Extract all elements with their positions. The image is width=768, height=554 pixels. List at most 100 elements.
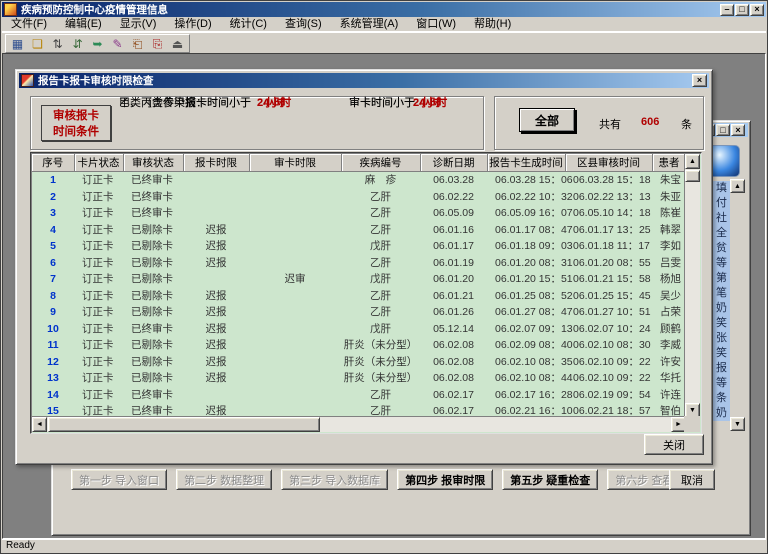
menu-help[interactable]: 帮助(H) bbox=[465, 17, 520, 31]
side-list-item[interactable]: 第 bbox=[713, 271, 730, 286]
scroll-up-icon[interactable]: ▲ bbox=[730, 179, 745, 193]
table-row[interactable]: 2 订正卡 已终审卡 乙肝 06.02.22 06.02.22 10：32 06… bbox=[32, 189, 686, 206]
cell-gen-time: 06.01.18 09：03 bbox=[487, 238, 565, 255]
cell-report-limit: 迟报 bbox=[183, 238, 249, 255]
sort-icon[interactable]: ⇵ bbox=[69, 36, 86, 51]
column-header[interactable]: 卡片状态 bbox=[74, 154, 123, 172]
cell-gen-time: 06.02.10 08：44 bbox=[487, 370, 565, 387]
step-1-button[interactable]: 第一步 导入窗口 bbox=[71, 469, 167, 490]
maximize-button[interactable]: □ bbox=[735, 4, 749, 16]
table-row[interactable]: 6 订正卡 已剔除卡 迟报 乙肝 06.01.19 06.01.20 08：31… bbox=[32, 255, 686, 272]
dialog-close-button[interactable]: 关闭 bbox=[644, 434, 704, 455]
table-row[interactable]: 14 订正卡 已终审卡 乙肝 06.02.17 06.02.17 16：28 0… bbox=[32, 387, 686, 404]
cell-audit-time: 06.01.25 15：45 bbox=[565, 288, 652, 305]
side-list-item[interactable]: 笑 bbox=[713, 316, 730, 331]
open-card-icon[interactable]: ❏ bbox=[29, 36, 46, 51]
table-row[interactable]: 8 订正卡 已剔除卡 迟报 乙肝 06.01.21 06.01.25 08：52… bbox=[32, 288, 686, 305]
close-icon[interactable]: × bbox=[692, 74, 707, 87]
cell-patient: 许安 bbox=[652, 354, 686, 371]
column-header[interactable]: 审核状态 bbox=[123, 154, 183, 172]
cell-card-status: 订正卡 bbox=[74, 321, 123, 338]
close-button[interactable]: × bbox=[731, 124, 745, 136]
scroll-down-icon[interactable]: ▼ bbox=[730, 417, 745, 431]
table-row[interactable]: 13 订正卡 已剔除卡 迟报 肝炎（未分型） 06.02.08 06.02.10… bbox=[32, 370, 686, 387]
cell-seq: 3 bbox=[32, 205, 74, 222]
cell-disease: 乙肝 bbox=[341, 205, 420, 222]
menu-file[interactable]: 文件(F) bbox=[2, 17, 56, 31]
menu-window[interactable]: 窗口(W) bbox=[407, 17, 465, 31]
vertical-scrollbar[interactable]: ▲ ▼ bbox=[684, 154, 700, 418]
column-header[interactable]: 诊断日期 bbox=[420, 154, 487, 172]
transfer-icon[interactable]: ➥ bbox=[89, 36, 106, 51]
scroll-up-icon[interactable]: ▲ bbox=[685, 154, 700, 169]
maximize-button[interactable]: □ bbox=[716, 124, 730, 136]
side-list-item[interactable]: 付 bbox=[713, 196, 730, 211]
menu-bar: 文件(F)编辑(E)显示(V)操作(D)统计(C)查询(S)系统管理(A)窗口(… bbox=[2, 17, 766, 32]
filter-icon[interactable]: ⇅ bbox=[49, 36, 66, 51]
cell-patient: 李威 bbox=[652, 337, 686, 354]
table-row[interactable]: 12 订正卡 已剔除卡 迟报 肝炎（未分型） 06.02.08 06.02.10… bbox=[32, 354, 686, 371]
step-4-button[interactable]: 第四步 报审时限 bbox=[397, 469, 493, 490]
side-list-item[interactable]: 社 bbox=[713, 211, 730, 226]
close-button[interactable]: × bbox=[750, 4, 764, 16]
export-door-icon[interactable]: ⎘ bbox=[149, 36, 166, 51]
scrollbar-thumb[interactable] bbox=[685, 170, 700, 182]
cancel-button[interactable]: 取消 bbox=[669, 469, 715, 490]
step-3-button[interactable]: 第三步 导入数据库 bbox=[281, 469, 388, 490]
side-list-item[interactable]: 等 bbox=[713, 256, 730, 271]
side-list-item[interactable]: 笑 bbox=[713, 346, 730, 361]
side-list-item[interactable]: 全 bbox=[713, 226, 730, 241]
table-row[interactable]: 4 订正卡 已剔除卡 迟报 乙肝 06.01.16 06.01.17 08：47… bbox=[32, 222, 686, 239]
scrollbar-thumb[interactable] bbox=[48, 417, 320, 432]
side-list-item[interactable]: 填 bbox=[713, 181, 730, 196]
column-header[interactable]: 报卡时限 bbox=[183, 154, 249, 172]
side-list-item[interactable]: 奶 bbox=[713, 406, 730, 421]
horizontal-scrollbar[interactable]: ◄ ► bbox=[32, 416, 686, 432]
cell-patient: 华托 bbox=[652, 370, 686, 387]
cell-report-limit bbox=[183, 387, 249, 404]
column-header[interactable]: 区县审核时间 bbox=[565, 154, 652, 172]
table-row[interactable]: 1 订正卡 已终审卡 麻 疹 06.03.28 06.03.28 15：06 0… bbox=[32, 172, 686, 189]
menu-statistics[interactable]: 统计(C) bbox=[221, 17, 276, 31]
table-row[interactable]: 5 订正卡 已剔除卡 迟报 戊肝 06.01.17 06.01.18 09：03… bbox=[32, 238, 686, 255]
table-row[interactable]: 7 订正卡 已剔除卡 迟审 戊肝 06.01.20 06.01.20 15：51… bbox=[32, 271, 686, 288]
column-header[interactable]: 患者 bbox=[652, 154, 686, 172]
side-list-item[interactable]: 等 bbox=[713, 376, 730, 391]
cell-report-limit bbox=[183, 172, 249, 189]
table-row[interactable]: 9 订正卡 已剔除卡 迟报 乙肝 06.01.26 06.01.27 08：47… bbox=[32, 304, 686, 321]
cell-gen-time: 06.02.10 08：35 bbox=[487, 354, 565, 371]
menu-edit[interactable]: 编辑(E) bbox=[56, 17, 111, 31]
side-list-item[interactable]: 条 bbox=[713, 391, 730, 406]
cell-disease: 乙肝 bbox=[341, 222, 420, 239]
menu-operate[interactable]: 操作(D) bbox=[165, 17, 220, 31]
step-2-button[interactable]: 第二步 数据整理 bbox=[176, 469, 272, 490]
column-header[interactable]: 报告卡生成时间 bbox=[487, 154, 565, 172]
exit-icon[interactable]: ⏏ bbox=[169, 36, 186, 51]
cell-audit-limit bbox=[249, 321, 341, 338]
import-door-icon[interactable]: ⎗ bbox=[129, 36, 146, 51]
cell-seq: 14 bbox=[32, 387, 74, 404]
table-row[interactable]: 11 订正卡 已剔除卡 迟报 肝炎（未分型） 06.02.08 06.02.09… bbox=[32, 337, 686, 354]
column-header[interactable]: 序号 bbox=[32, 154, 74, 172]
grid-window-icon[interactable]: ▦ bbox=[9, 36, 26, 51]
side-list-item[interactable]: 奶 bbox=[713, 301, 730, 316]
menu-query[interactable]: 查询(S) bbox=[276, 17, 331, 31]
side-list-item[interactable]: 笔 bbox=[713, 286, 730, 301]
column-header[interactable]: 审卡时限 bbox=[249, 154, 341, 172]
step-5-button[interactable]: 第五步 疑重检查 bbox=[502, 469, 598, 490]
icon-glyph: ❏ bbox=[32, 38, 43, 50]
table-row[interactable]: 3 订正卡 已终审卡 乙肝 06.05.09 06.05.09 16：07 06… bbox=[32, 205, 686, 222]
menu-view[interactable]: 显示(V) bbox=[111, 17, 166, 31]
chart-edit-icon[interactable]: ✎ bbox=[109, 36, 126, 51]
icon-glyph: ⇵ bbox=[72, 38, 82, 50]
side-list-item[interactable]: 贫 bbox=[713, 241, 730, 256]
all-button[interactable]: 全部 bbox=[519, 108, 575, 132]
scroll-left-icon[interactable]: ◄ bbox=[32, 417, 47, 432]
table-row[interactable]: 10 订正卡 已终审卡 迟报 戊肝 05.12.14 06.02.07 09：1… bbox=[32, 321, 686, 338]
side-list-item[interactable]: 报 bbox=[713, 361, 730, 376]
column-header[interactable]: 疾病编号 bbox=[341, 154, 420, 172]
minimize-button[interactable]: – bbox=[720, 4, 734, 16]
audit-time-check-dialog: 报告卡报卡审核时限检查 × 审核报卡 时间条件 甲类（含参甲）： 报卡时间小于 … bbox=[15, 69, 713, 465]
side-list-item[interactable]: 张 bbox=[713, 331, 730, 346]
menu-system[interactable]: 系统管理(A) bbox=[331, 17, 408, 31]
